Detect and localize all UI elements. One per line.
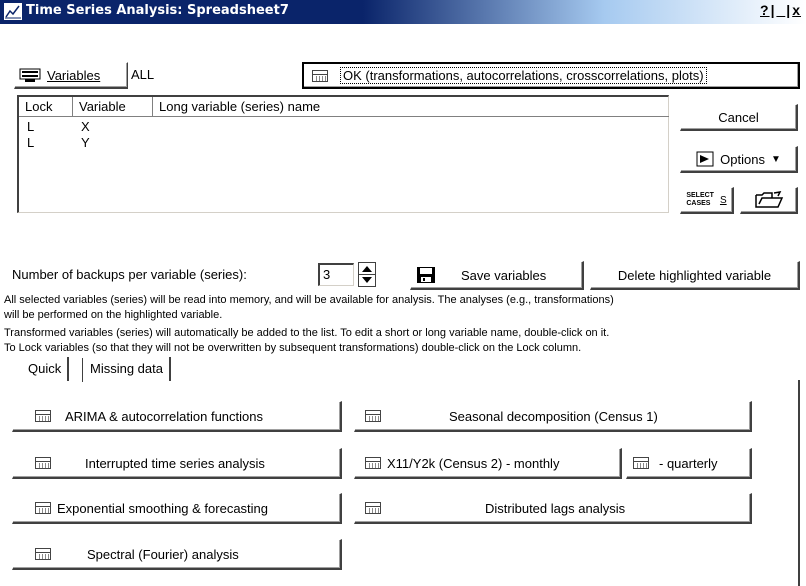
calculator-icon — [365, 502, 381, 514]
exponential-label: Exponential smoothing & forecasting — [57, 500, 269, 516]
calculator-icon — [365, 457, 381, 469]
backups-spinner[interactable] — [358, 262, 376, 287]
spectral-button[interactable]: Spectral (Fourier) analysis — [12, 539, 342, 570]
variables-value: ALL — [131, 67, 155, 82]
column-header-long-name[interactable]: Long variable (series) name — [153, 97, 669, 117]
title-bar: Time Series Analysis: Spreadsheet7 ?|_|x — [0, 0, 806, 24]
options-label: Options — [720, 151, 765, 167]
panel-right-edge — [798, 380, 800, 586]
calculator-icon — [35, 457, 51, 469]
spin-down-icon[interactable] — [362, 277, 372, 283]
spectral-label: Spectral (Fourier) analysis — [87, 546, 239, 562]
variable-list[interactable]: Lock Variable Long variable (series) nam… — [17, 95, 669, 213]
seasonal-label: Seasonal decomposition (Census 1) — [449, 408, 658, 424]
save-variables-button[interactable]: Save variables — [410, 261, 584, 290]
info-line-2: will be performed on the highlighted var… — [4, 309, 223, 321]
minimize-button[interactable]: _ — [775, 2, 786, 18]
info-line-4: To Lock variables (so that they will not… — [4, 342, 582, 354]
row-2-variable[interactable]: Y — [81, 135, 90, 150]
select-cases-symbol: S — [719, 194, 727, 206]
spin-up-icon[interactable] — [362, 266, 372, 272]
spin-divider — [359, 274, 375, 275]
calculator-icon — [35, 548, 51, 560]
close-button[interactable]: x — [791, 2, 802, 18]
delete-highlighted-button[interactable]: Delete highlighted variable — [590, 261, 800, 290]
save-icon — [417, 267, 435, 283]
calculator-icon — [35, 410, 51, 422]
seasonal-button[interactable]: Seasonal decomposition (Census 1) — [354, 401, 752, 432]
calculator-icon — [633, 457, 649, 469]
variables-button-label: Variables — [47, 67, 101, 83]
save-variables-label: Save variables — [461, 267, 547, 283]
open-folder-button[interactable] — [740, 187, 798, 214]
folder-open-icon — [754, 191, 783, 208]
variables-icon — [19, 68, 41, 82]
tab-divider — [82, 358, 83, 382]
tab-quick[interactable]: Quick — [22, 357, 70, 381]
ok-button[interactable]: OK (transformations, autocorrelations, c… — [302, 62, 800, 89]
cancel-button[interactable]: Cancel — [680, 104, 798, 131]
calculator-icon — [312, 69, 328, 82]
window-controls: ?|_|x — [759, 2, 802, 18]
tab-missing-data[interactable]: Missing data — [83, 357, 171, 381]
exponential-button[interactable]: Exponential smoothing & forecasting — [12, 493, 342, 524]
backups-input[interactable]: 3 — [318, 263, 354, 286]
options-button[interactable]: Options ▼ — [680, 146, 798, 173]
interrupted-label: Interrupted time series analysis — [85, 455, 265, 471]
x11-button[interactable]: X11/Y2k (Census 2) - monthly — [354, 448, 622, 479]
calculator-icon — [35, 502, 51, 514]
options-icon — [696, 151, 714, 167]
column-header-variable[interactable]: Variable — [73, 97, 153, 117]
window-title: Time Series Analysis: Spreadsheet7 — [26, 3, 289, 18]
select-cases-line2: CASES — [686, 200, 711, 207]
arima-button[interactable]: ARIMA & autocorrelation functions — [12, 401, 342, 432]
quarterly-label: - quarterly — [659, 455, 718, 471]
ok-button-label: OK (transformations, autocorrelations, c… — [340, 67, 707, 84]
backups-label: Number of backups per variable (series): — [12, 267, 247, 282]
variables-button[interactable]: Variables — [14, 62, 128, 89]
row-1-variable[interactable]: X — [81, 119, 90, 134]
quarterly-button[interactable]: - quarterly — [626, 448, 752, 479]
arima-label: ARIMA & autocorrelation functions — [65, 408, 263, 424]
calculator-icon — [365, 410, 381, 422]
select-cases-line1: SELECT — [686, 192, 714, 199]
row-1-lock[interactable]: L — [27, 119, 34, 134]
distributed-lags-label: Distributed lags analysis — [485, 500, 626, 516]
distributed-lags-button[interactable]: Distributed lags analysis — [354, 493, 752, 524]
x11-label: X11/Y2k (Census 2) - monthly — [387, 455, 560, 471]
chart-icon — [4, 3, 22, 20]
select-cases-button[interactable]: SELECT CASES S — [680, 187, 734, 214]
dropdown-arrow-icon: ▼ — [770, 153, 781, 165]
interrupted-button[interactable]: Interrupted time series analysis — [12, 448, 342, 479]
row-2-lock[interactable]: L — [27, 135, 34, 150]
info-line-1: All selected variables (series) will be … — [4, 294, 614, 306]
help-button[interactable]: ? — [759, 2, 771, 18]
info-line-3: Transformed variables (series) will auto… — [4, 327, 610, 339]
column-header-lock[interactable]: Lock — [19, 97, 73, 117]
